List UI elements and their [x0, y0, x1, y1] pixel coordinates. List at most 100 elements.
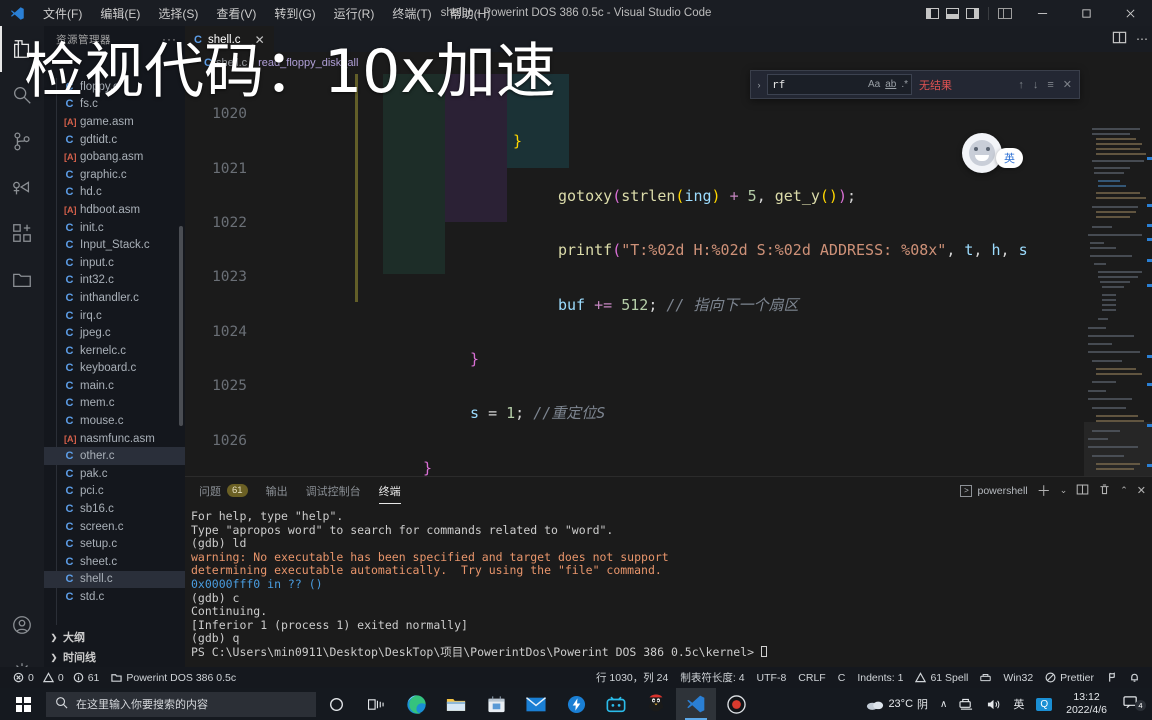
start-button[interactable] — [0, 688, 46, 720]
status-language-mode[interactable]: C — [832, 667, 852, 688]
maximize-panel-icon[interactable]: ⌃ — [1120, 485, 1128, 496]
list-item[interactable]: Cgdtidt.c — [44, 131, 185, 149]
list-item[interactable]: Cirq.c — [44, 307, 185, 325]
list-item[interactable]: Csheet.c — [44, 553, 185, 571]
close-button[interactable] — [1108, 0, 1152, 26]
list-item[interactable]: Cscreen.c — [44, 518, 185, 536]
list-item[interactable]: Csetup.c — [44, 535, 185, 553]
code-line[interactable]: 1023 buf += 512; // 指向下一个扇区 — [185, 237, 1152, 313]
status-tab-size[interactable]: 制表符长度: 4 — [674, 667, 750, 688]
code-line[interactable]: 1027 h = 0; //重定位H — [185, 455, 1152, 476]
menu-edit[interactable]: 编辑(E) — [91, 2, 149, 25]
list-item[interactable]: Cother.c — [44, 447, 185, 466]
menu-help[interactable]: 帮助(H) — [441, 2, 500, 25]
breadcrumb-file[interactable]: shell.c — [216, 57, 247, 69]
menu-selection[interactable]: 选择(S) — [149, 2, 207, 25]
file-tree[interactable]: Cfloppy.c Cfs.c [A] game.asm Cgdtidt.c [A… — [44, 78, 185, 625]
list-item[interactable]: Cinput.c — [44, 254, 185, 272]
list-item[interactable]: Cshell.c — [44, 570, 185, 589]
list-item[interactable]: Csb16.c — [44, 500, 185, 518]
sidebar-item-explorer[interactable] — [0, 26, 44, 72]
status-platform[interactable]: Win32 — [997, 667, 1039, 688]
status-eol[interactable]: CRLF — [792, 667, 831, 688]
volume-icon[interactable] — [980, 688, 1007, 720]
file-explorer-button[interactable] — [436, 688, 476, 720]
list-item[interactable]: Cjpeg.c — [44, 324, 185, 342]
sidebar-item-remote-explorer[interactable] — [0, 256, 44, 302]
status-cursor-position[interactable]: 行 1030，列 24 — [590, 667, 674, 688]
customize-layout-icon[interactable] — [996, 4, 1014, 22]
status-problems[interactable]: 0 0 61 — [7, 667, 105, 688]
outline-section[interactable]: ❯ 大纲 — [44, 627, 185, 647]
mail-button[interactable] — [516, 688, 556, 720]
list-item[interactable]: Cfloppy.c — [44, 78, 185, 96]
split-editor-icon[interactable] — [1112, 30, 1127, 48]
more-actions-icon[interactable]: ⋯ — [1136, 32, 1148, 46]
code-line[interactable]: 1025 s = 1; //重定位S — [185, 346, 1152, 422]
microsoft-store-button[interactable] — [476, 688, 516, 720]
list-item[interactable]: Cint32.c — [44, 272, 185, 290]
sidebar-item-extensions[interactable] — [0, 210, 44, 256]
regex-icon[interactable]: .* — [901, 79, 908, 90]
tab-problems[interactable]: 问题 61 — [199, 477, 248, 504]
status-prettier[interactable]: Prettier — [1039, 667, 1100, 688]
toggle-replace-icon[interactable]: › — [751, 80, 767, 90]
list-item[interactable]: [A] hdboot.asm — [44, 201, 185, 219]
sidebar-scrollbar[interactable] — [179, 226, 183, 426]
sidebar-item-run-debug[interactable] — [0, 164, 44, 210]
tab-terminal[interactable]: 终端 — [378, 477, 401, 504]
timeline-section[interactable]: ❯ 时间线 — [44, 647, 185, 667]
status-feedback-icon[interactable] — [1100, 667, 1123, 688]
list-item[interactable]: [A] gobang.asm — [44, 148, 185, 166]
qq-penguin-button[interactable] — [636, 688, 676, 720]
list-item[interactable]: Cmem.c — [44, 395, 185, 413]
status-project[interactable]: Powerint DOS 386 0.5c — [105, 667, 242, 688]
minimize-button[interactable] — [1020, 0, 1064, 26]
list-item[interactable]: Cgraphic.c — [44, 166, 185, 184]
list-item[interactable]: [A] game.asm — [44, 113, 185, 131]
terminal-output[interactable]: For help, type "help". Type "apropos wor… — [185, 504, 1152, 667]
maximize-button[interactable] — [1064, 0, 1108, 26]
sidebar-more-actions-icon[interactable]: ··· — [162, 32, 177, 46]
chevron-down-icon[interactable]: ⌄ — [1060, 485, 1068, 496]
tab-output[interactable]: 输出 — [266, 477, 288, 504]
cortana-button[interactable] — [316, 688, 356, 720]
status-encoding[interactable]: UTF-8 — [751, 667, 793, 688]
sidebar-item-source-control[interactable] — [0, 118, 44, 164]
list-item[interactable]: Chd.c — [44, 184, 185, 202]
network-icon[interactable] — [953, 688, 980, 720]
search-input[interactable]: rf Aa ab .* — [767, 74, 912, 95]
bell-icon[interactable] — [1123, 667, 1146, 688]
thunder-app-button[interactable] — [556, 688, 596, 720]
list-item[interactable]: Cpci.c — [44, 483, 185, 501]
vscode-button[interactable] — [676, 688, 716, 720]
qq-tray-icon[interactable]: Q — [1030, 688, 1058, 720]
list-item[interactable]: C Input_Stack.c — [44, 236, 185, 254]
list-item[interactable]: Ckernelc.c — [44, 342, 185, 360]
menu-go[interactable]: 转到(G) — [265, 2, 324, 25]
weather-widget[interactable]: 23°C 阴 — [860, 688, 934, 720]
list-item[interactable]: Cinthandler.c — [44, 289, 185, 307]
list-item[interactable]: Cfs.c — [44, 96, 185, 114]
find-in-selection-icon[interactable]: ≡ — [1047, 79, 1053, 91]
status-remote[interactable] — [974, 667, 997, 688]
terminal-selector[interactable]: > powershell — [960, 484, 1028, 497]
split-terminal-icon[interactable] — [1076, 483, 1089, 499]
list-item[interactable]: Cstd.c — [44, 588, 185, 606]
new-terminal-icon[interactable]: ＋ — [1037, 481, 1051, 501]
ime-indicator[interactable]: 英 — [1007, 688, 1030, 720]
tab-shell-c[interactable]: C shell.c ✕ — [185, 26, 274, 52]
find-previous-icon[interactable]: ↑ — [1018, 79, 1024, 91]
bilibili-button[interactable] — [596, 688, 636, 720]
toggle-primary-sidebar-icon[interactable] — [923, 4, 941, 22]
code-line[interactable]: 1022 printf("T:%02d H:%02d S:%02d ADDRES… — [185, 183, 1152, 259]
list-item[interactable]: Cmain.c — [44, 377, 185, 395]
taskbar-search-input[interactable]: 在这里输入你要搜索的内容 — [46, 691, 316, 717]
close-icon[interactable]: ✕ — [1063, 78, 1072, 91]
ime-mode-badge[interactable]: 英 — [996, 148, 1023, 168]
sidebar-item-search[interactable] — [0, 72, 44, 118]
list-item[interactable]: Cpak.c — [44, 465, 185, 483]
show-hidden-icons-button[interactable]: ∧ — [934, 688, 953, 720]
tab-debug-console[interactable]: 调试控制台 — [306, 477, 361, 504]
list-item[interactable]: Cinit.c — [44, 219, 185, 237]
